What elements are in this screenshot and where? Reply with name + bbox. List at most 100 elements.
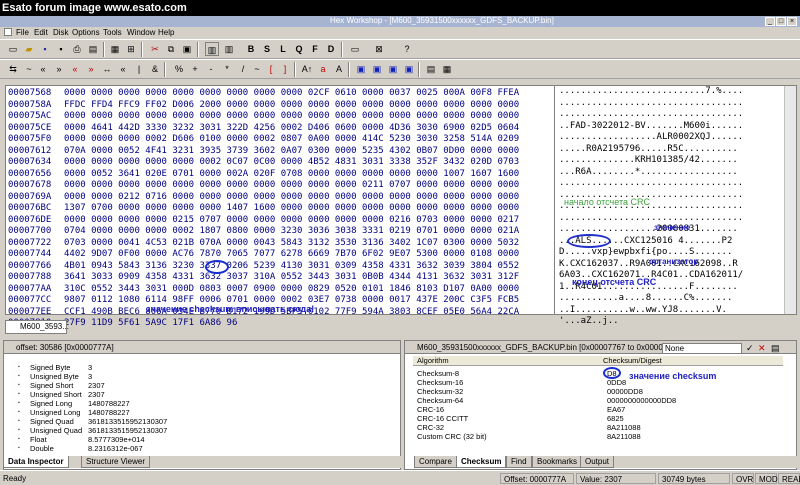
block-shift-left-icon[interactable]: « <box>68 62 82 76</box>
menu-help[interactable]: Help <box>158 28 174 37</box>
ascii-row[interactable]: ..................ALR0002XQJ...... <box>555 132 786 144</box>
calculator-icon[interactable]: ▦ <box>440 62 454 76</box>
hex-row[interactable]: 4B01 0943 5843 3136 3230 3337 0206 5239 … <box>64 261 554 273</box>
tab-structure-viewer[interactable]: Structure Viewer <box>81 456 150 468</box>
hex-row[interactable]: 27F9 11D9 5F61 5A9C 17F1 6A86 96 <box>64 318 554 330</box>
view-split-icon[interactable]: ▥ <box>222 42 236 56</box>
invert-case-icon[interactable]: A <box>332 62 346 76</box>
ascii-row[interactable]: ..............KRH101385/42....... <box>555 155 786 167</box>
shift-left-icon[interactable]: ~ <box>22 62 36 76</box>
close-button[interactable]: × <box>787 17 797 26</box>
ascii-row[interactable]: .................................. <box>555 98 786 110</box>
bookmark-list-icon[interactable]: ▣ <box>402 62 416 76</box>
hex-row[interactable]: 0703 0000 0041 4C53 021B 070A 0000 0043 … <box>64 238 554 250</box>
copy-icon[interactable]: ⧉ <box>164 42 178 56</box>
menu-options[interactable]: Options <box>72 28 100 37</box>
menu-window[interactable]: Window <box>127 28 155 37</box>
hex-row[interactable]: 0000 0000 0000 0000 0215 0707 0000 0000 … <box>64 215 554 227</box>
minus-icon[interactable]: - <box>204 62 218 76</box>
ascii-row[interactable]: ...R6A........*.................. <box>555 167 786 179</box>
vertical-scrollbar[interactable] <box>784 86 796 314</box>
long-mode-icon[interactable]: L <box>276 42 290 56</box>
view-hex-icon[interactable]: ▥ <box>205 42 219 56</box>
ascii-row[interactable]: ...........................7.%.... <box>555 86 786 98</box>
hex-editor[interactable]: 00007568 0000758A 000075AC 000075CE 000075F0… <box>5 85 797 328</box>
minimize-button[interactable]: _ <box>765 17 775 26</box>
ascii-row[interactable]: '...aZ..j.. <box>555 316 786 328</box>
open-folder-icon[interactable]: ▰ <box>22 42 36 56</box>
plus-icon[interactable]: + <box>188 62 202 76</box>
new-file-icon[interactable]: ▭ <box>6 42 20 56</box>
checksum-row[interactable]: Checksum-16 0DD8 <box>417 378 626 387</box>
bookmark-next-icon[interactable]: ▣ <box>370 62 384 76</box>
ascii-row[interactable]: .................................. <box>555 109 786 121</box>
base-converter-icon[interactable]: ▤ <box>424 62 438 76</box>
window-icon[interactable]: ▭ <box>348 42 362 56</box>
paste-icon[interactable]: ▣ <box>180 42 194 56</box>
lshift-icon[interactable]: « <box>116 62 130 76</box>
multiply-icon[interactable]: * <box>220 62 234 76</box>
block-shift-right-icon[interactable]: » <box>84 62 98 76</box>
byte-mode-icon[interactable]: B <box>244 42 258 56</box>
bracket-left-icon[interactable]: [ <box>264 62 278 76</box>
tab-find[interactable]: Find <box>506 456 532 468</box>
rotate-right-icon[interactable]: » <box>52 62 66 76</box>
hex-row[interactable]: 0704 0000 0000 0000 0002 1807 0800 0000 … <box>64 226 554 238</box>
save-icon[interactable]: ▪ <box>38 42 52 56</box>
cut-icon[interactable]: ✂ <box>148 42 162 56</box>
checksum-row[interactable]: Checksum-64 0000000000000DD8 <box>417 396 676 405</box>
checksum-row[interactable]: Checksum-32 00000DD8 <box>417 387 643 396</box>
tab-output[interactable]: Output <box>580 456 615 468</box>
print-icon[interactable]: ⎙ <box>70 42 84 56</box>
menu-tools[interactable]: Tools <box>103 28 122 37</box>
save-all-icon[interactable]: ▪ <box>54 42 68 56</box>
hex-row[interactable]: 1307 0700 0000 0000 0000 0000 1407 1600 … <box>64 203 554 215</box>
and-icon[interactable]: & <box>148 62 162 76</box>
checksum-row[interactable]: CRC-32 8A211088 <box>417 423 641 432</box>
help-icon[interactable]: ? <box>400 42 414 56</box>
hex-row[interactable]: 0000 0000 0212 0716 0000 0000 0000 0000 … <box>64 192 554 204</box>
checksum-row[interactable]: Custom CRC (32 bit) 8A211088 <box>417 432 641 441</box>
ascii-row[interactable]: ...........a....8......C%....... <box>555 293 786 305</box>
hex-row[interactable]: 0000 0000 0000 0002 D606 0100 0000 0002 … <box>64 134 554 146</box>
or-icon[interactable]: | <box>132 62 146 76</box>
go-to-icon[interactable]: ⊞ <box>124 42 138 56</box>
tab-compare[interactable]: Compare <box>414 456 457 468</box>
negate-icon[interactable]: ~ <box>250 62 264 76</box>
quad-mode-icon[interactable]: Q <box>292 42 306 56</box>
close-doc-icon[interactable]: ⊠ <box>372 42 386 56</box>
hex-row[interactable]: 0000 0000 0000 0000 0000 0000 0000 0000 … <box>64 88 554 100</box>
document-tab[interactable]: M600_3593... <box>5 320 69 334</box>
menu-file[interactable]: File <box>16 28 29 37</box>
percent-icon[interactable]: % <box>172 62 186 76</box>
ascii-row[interactable]: ..FAD-3022012-BV.......M600i...... <box>555 121 786 133</box>
hex-row[interactable]: 0000 0000 0000 0000 0000 0002 0C07 0C00 … <box>64 157 554 169</box>
upper-case-icon[interactable]: A↑ <box>300 62 314 76</box>
hex-row[interactable]: 070A 0000 0052 4F41 3231 3935 3739 3602 … <box>64 146 554 158</box>
tab-checksum[interactable]: Checksum <box>456 456 507 468</box>
ascii-row[interactable]: ..I..........w..ww.YJ8.......V. <box>555 305 786 317</box>
float-mode-icon[interactable]: F <box>308 42 322 56</box>
hex-row[interactable]: 0000 0052 3641 020E 0701 0000 002A 020F … <box>64 169 554 181</box>
double-mode-icon[interactable]: D <box>324 42 338 56</box>
hex-row[interactable]: 310C 0552 3443 3031 000D 0803 0007 0900 … <box>64 284 554 296</box>
print-preview-icon[interactable]: ▤ <box>86 42 100 56</box>
bookmark-prev-icon[interactable]: ▣ <box>386 62 400 76</box>
menu-edit[interactable]: Edit <box>34 28 48 37</box>
hex-row[interactable]: 0000 4641 442D 3330 3232 3031 322D 4256 … <box>64 123 554 135</box>
lower-case-icon[interactable]: a <box>316 62 330 76</box>
checksum-row[interactable]: CRC-16 CCITT 6825 <box>417 414 624 423</box>
copy-results-icon[interactable]: ▤ <box>771 343 780 354</box>
clear-icon[interactable]: ✕ <box>758 343 766 354</box>
algorithm-select[interactable]: None <box>662 343 742 354</box>
menu-disk[interactable]: Disk <box>53 28 69 37</box>
tab-bookmarks[interactable]: Bookmarks <box>532 456 583 468</box>
rotate-left-icon[interactable]: « <box>36 62 50 76</box>
ascii-row[interactable]: .................................. <box>555 178 786 190</box>
compare-icon[interactable]: ⇆ <box>6 62 20 76</box>
divide-icon[interactable]: / <box>236 62 250 76</box>
hex-column[interactable]: 0000 0000 0000 0000 0000 0000 0000 0000 … <box>64 88 554 330</box>
bracket-right-icon[interactable]: ] <box>278 62 292 76</box>
checksum-row[interactable]: Checksum-8 D8 <box>417 369 617 378</box>
properties-icon[interactable]: ▦ <box>108 42 122 56</box>
